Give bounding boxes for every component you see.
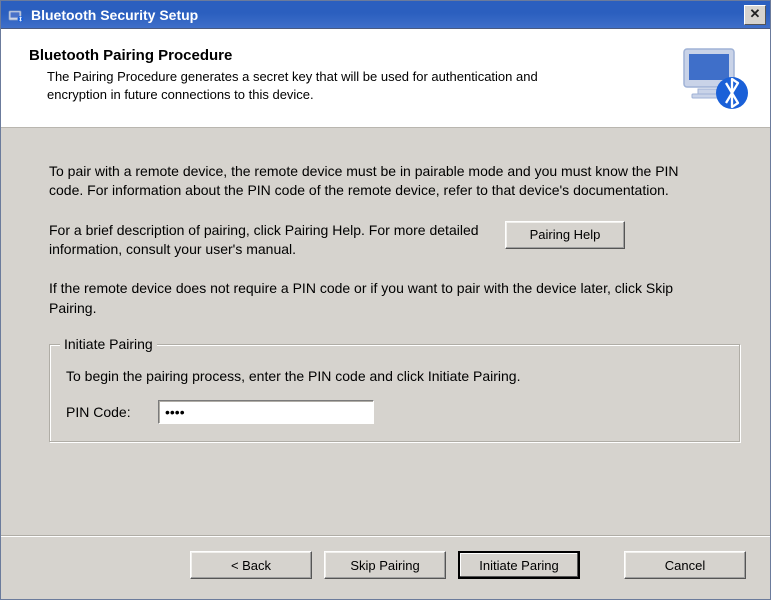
close-button[interactable]: ✕ <box>744 5 766 25</box>
pin-code-input[interactable] <box>158 400 374 424</box>
group-legend: Initiate Pairing <box>60 335 157 354</box>
bluetooth-app-icon <box>7 6 25 24</box>
wizard-header: Bluetooth Pairing Procedure The Pairing … <box>1 29 770 128</box>
cancel-button[interactable]: Cancel <box>624 551 746 579</box>
page-description: The Pairing Procedure generates a secret… <box>29 68 589 103</box>
wizard-body: To pair with a remote device, the remote… <box>1 128 770 535</box>
bluetooth-setup-window: Bluetooth Security Setup ✕ Bluetooth Pai… <box>0 0 771 600</box>
skip-pairing-button[interactable]: Skip Pairing <box>324 551 446 579</box>
page-title: Bluetooth Pairing Procedure <box>29 47 668 64</box>
back-button[interactable]: < Back <box>190 551 312 579</box>
instruction-text-1: To pair with a remote device, the remote… <box>49 162 709 201</box>
pairing-help-button[interactable]: Pairing Help <box>505 221 625 249</box>
instruction-text-2: For a brief description of pairing, clic… <box>49 221 479 260</box>
bluetooth-monitor-icon <box>678 43 750 113</box>
initiate-pairing-button[interactable]: Initiate Paring <box>458 551 580 579</box>
pin-code-label: PIN Code: <box>66 403 144 422</box>
initiate-pairing-group: Initiate Pairing To begin the pairing pr… <box>49 344 741 443</box>
title-bar: Bluetooth Security Setup ✕ <box>1 1 770 29</box>
group-instruction: To begin the pairing process, enter the … <box>66 367 724 386</box>
close-icon: ✕ <box>750 7 761 20</box>
instruction-text-3: If the remote device does not require a … <box>49 279 709 318</box>
window-title: Bluetooth Security Setup <box>31 7 744 23</box>
wizard-footer: < Back Skip Pairing Initiate Paring Canc… <box>1 537 770 599</box>
